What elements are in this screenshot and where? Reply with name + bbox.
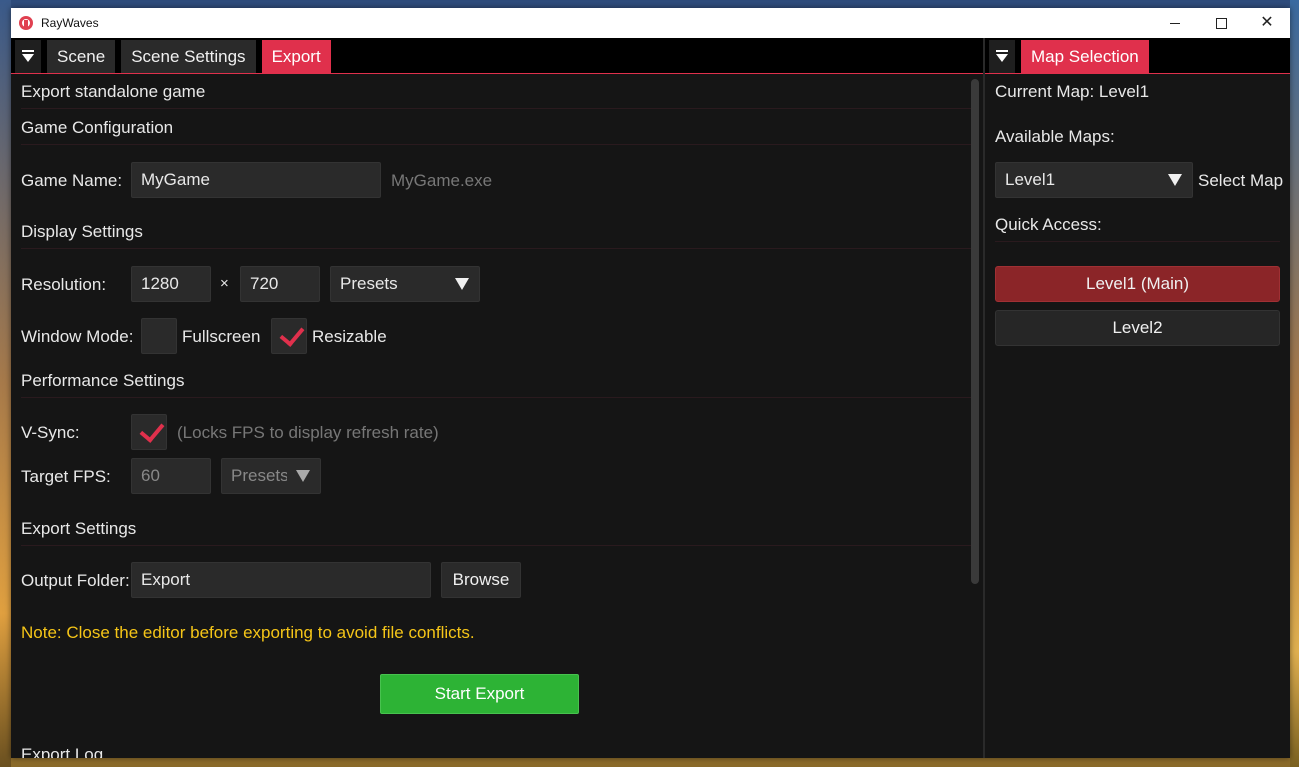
- divider: [21, 545, 971, 546]
- right-tab-bar: Map Selection: [985, 38, 1290, 74]
- tab-scene-settings[interactable]: Scene Settings: [121, 40, 256, 73]
- tab-scene[interactable]: Scene: [47, 40, 116, 73]
- fullscreen-label: Fullscreen: [182, 327, 261, 346]
- app-logo-icon: [19, 16, 33, 30]
- window-title: RayWaves: [41, 16, 99, 30]
- map-selection-panel: Map Selection Current Map: Level1 Availa…: [985, 38, 1290, 758]
- vsync-checkbox[interactable]: [131, 414, 167, 450]
- game-name-input[interactable]: MyGame: [131, 162, 381, 198]
- resizable-label: Resizable: [312, 327, 387, 346]
- maximize-icon: [1215, 17, 1227, 29]
- minimize-button[interactable]: [1152, 8, 1198, 38]
- desktop-background-left: [0, 0, 11, 767]
- maximize-button[interactable]: [1198, 8, 1244, 38]
- divider: [995, 241, 1280, 242]
- dropdown-menu-icon: [22, 49, 34, 64]
- close-button[interactable]: ✕: [1244, 8, 1290, 38]
- resolution-presets-label: Presets: [340, 274, 398, 293]
- map-select-value: Level1: [1005, 170, 1056, 189]
- tab-map-selection[interactable]: Map Selection: [1021, 40, 1149, 73]
- quick-map-level1-button[interactable]: Level1 (Main): [995, 266, 1280, 302]
- current-map-label: Current Map: Level1: [995, 82, 1150, 101]
- quick-access-label: Quick Access:: [995, 215, 1102, 234]
- resolution-height-input[interactable]: 720: [240, 266, 320, 302]
- fps-presets-label: Presets: [231, 466, 287, 485]
- vsync-label: V-Sync:: [21, 423, 80, 442]
- chevron-down-icon: [455, 278, 469, 290]
- quick-map-level2-button[interactable]: Level2: [995, 310, 1280, 346]
- section-display-settings: Display Settings: [21, 222, 143, 241]
- select-map-label: Select Map: [1198, 171, 1284, 190]
- fullscreen-checkbox[interactable]: [141, 318, 177, 354]
- start-export-button[interactable]: Start Export: [380, 674, 579, 714]
- divider: [21, 397, 971, 398]
- divider: [21, 248, 971, 249]
- fps-presets-dropdown[interactable]: Presets: [221, 458, 321, 494]
- minimize-icon: [1170, 22, 1180, 24]
- available-maps-label: Available Maps:: [995, 127, 1115, 146]
- export-log-label: Export Log: [21, 745, 104, 758]
- left-tab-bar: Scene Scene Settings Export: [11, 38, 983, 74]
- browse-button[interactable]: Browse: [441, 562, 521, 598]
- divider: [21, 144, 971, 145]
- tab-export[interactable]: Export: [261, 40, 331, 73]
- close-icon: ✕: [1260, 14, 1274, 31]
- exe-name-hint: MyGame.exe: [391, 171, 493, 190]
- tab-menu-button[interactable]: [989, 40, 1015, 73]
- section-game-configuration: Game Configuration: [21, 118, 174, 137]
- resizable-checkbox[interactable]: [271, 318, 307, 354]
- window-mode-label: Window Mode:: [21, 327, 134, 346]
- vsync-hint: (Locks FPS to display refresh rate): [177, 423, 439, 442]
- resolution-label: Resolution:: [21, 275, 107, 294]
- app-window: RayWaves ✕ Scene Scene Settings Export E…: [11, 8, 1290, 758]
- game-name-label: Game Name:: [21, 171, 123, 190]
- map-select-dropdown[interactable]: Level1: [995, 162, 1193, 198]
- resolution-width-input[interactable]: 1280: [131, 266, 211, 302]
- page-heading: Export standalone game: [21, 82, 206, 101]
- target-fps-label: Target FPS:: [21, 467, 111, 486]
- output-folder-label: Output Folder:: [21, 571, 130, 590]
- chevron-down-icon: [1168, 174, 1182, 186]
- title-bar[interactable]: RayWaves ✕: [11, 8, 1290, 38]
- section-performance-settings: Performance Settings: [21, 371, 185, 390]
- divider: [21, 108, 971, 109]
- tab-menu-button[interactable]: [15, 40, 41, 73]
- section-export-settings: Export Settings: [21, 519, 137, 538]
- target-fps-input[interactable]: 60: [131, 458, 211, 494]
- resolution-presets-dropdown[interactable]: Presets: [330, 266, 480, 302]
- resolution-times-sign: ×: [220, 275, 229, 292]
- export-warning-note: Note: Close the editor before exporting …: [21, 623, 475, 642]
- chevron-down-icon: [296, 470, 310, 482]
- checkmark-icon: [139, 417, 165, 443]
- export-panel: Scene Scene Settings Export Export stand…: [11, 38, 983, 758]
- desktop-background-right: [1290, 0, 1299, 767]
- dropdown-menu-icon: [996, 49, 1008, 64]
- checkmark-icon: [279, 321, 305, 347]
- scrollbar[interactable]: [971, 79, 979, 584]
- output-folder-input[interactable]: Export: [131, 562, 431, 598]
